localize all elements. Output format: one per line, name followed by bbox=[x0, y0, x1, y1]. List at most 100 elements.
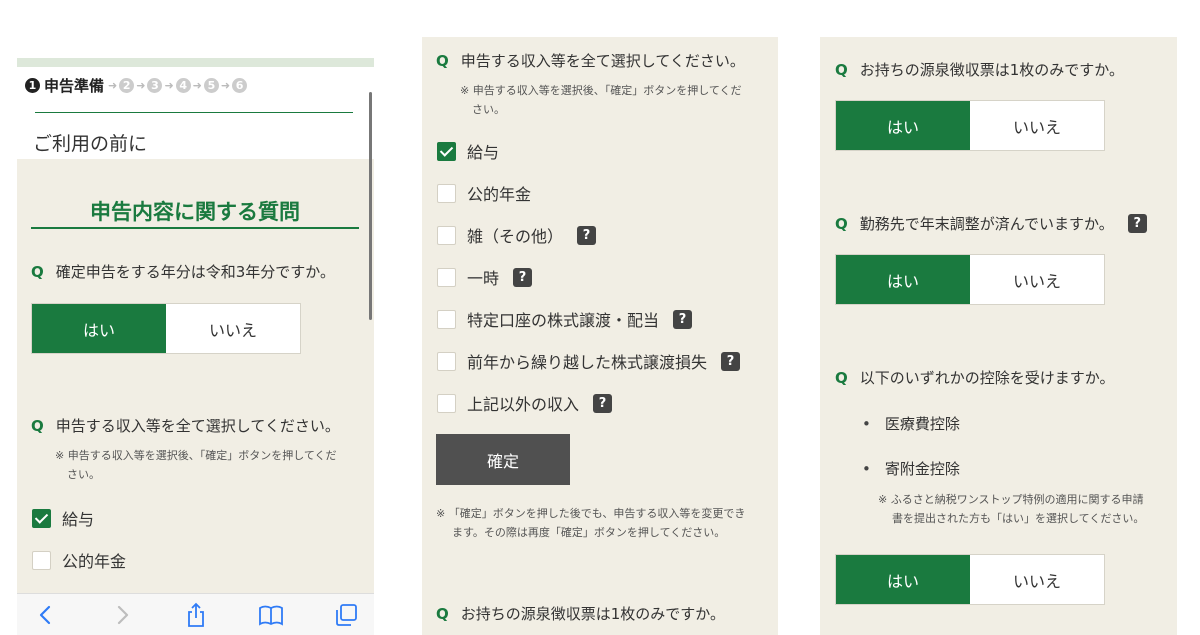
question-text: 確定申告をする年分は令和3年分ですか。 bbox=[55, 263, 336, 281]
browser-bottom-toolbar bbox=[17, 593, 374, 635]
note-line: ※ ふるさと納税ワンストップ特例の適用に関する申請 bbox=[878, 493, 1144, 506]
yes-no-toggle: はい いいえ bbox=[835, 554, 1105, 605]
checkbox-label: 前年から繰り越した株式譲渡損失 bbox=[467, 353, 708, 372]
checkbox-unchecked[interactable] bbox=[437, 351, 456, 371]
furusato-note: ※ ふるさと納税ワンストップ特例の適用に関する申請 書を提出された方も「はい」を… bbox=[878, 490, 1144, 528]
step-1-number: 1 bbox=[25, 77, 40, 93]
checkbox-other-income[interactable]: 上記以外の収入 ? bbox=[437, 391, 613, 415]
step-1-label: 申告準備 bbox=[44, 76, 105, 95]
checkbox-label: 給与 bbox=[467, 143, 500, 162]
checkbox-temporary[interactable]: 一時 ? bbox=[437, 265, 533, 289]
step-4-number: 4 bbox=[175, 77, 191, 93]
confirm-button[interactable]: 確定 bbox=[436, 434, 570, 485]
checkbox-label: 公的年金 bbox=[467, 185, 532, 204]
checkbox-unchecked[interactable] bbox=[32, 550, 51, 570]
checkbox-checked[interactable] bbox=[437, 141, 456, 161]
question-text: 勤務先で年末調整が済んでいますか。 bbox=[859, 215, 1114, 233]
yes-button[interactable]: はい bbox=[836, 555, 970, 604]
arrow-icon: ➜ bbox=[220, 78, 231, 92]
question-deductions: Q 以下のいずれかの控除を受けますか。 bbox=[835, 367, 1114, 388]
help-icon[interactable]: ? bbox=[577, 225, 597, 245]
help-icon[interactable]: ? bbox=[673, 309, 693, 329]
checkbox-checked[interactable] bbox=[32, 508, 51, 528]
checkbox-label: 上記以外の収入 bbox=[467, 395, 580, 414]
instruction-note: ※ 申告する収入等を選択後、「確定」ボタンを押してくだ さい。 bbox=[460, 81, 742, 119]
help-icon[interactable]: ? bbox=[593, 393, 613, 413]
checkbox-label: 雑（その他） bbox=[467, 227, 564, 246]
arrow-icon: ➜ bbox=[192, 78, 202, 92]
note-line: ※ 申告する収入等を選択後、「確定」ボタンを押してくだ bbox=[55, 449, 337, 462]
checkbox-unchecked[interactable] bbox=[437, 309, 456, 329]
question-income-types: Q 申告する収入等を全て選択してください。 bbox=[31, 415, 340, 436]
tabs-icon[interactable] bbox=[333, 602, 359, 628]
question-withholding-slip: Q お持ちの源泉徴収票は1枚のみですか。 bbox=[436, 603, 725, 624]
section-divider bbox=[31, 227, 359, 229]
arrow-icon: ➜ bbox=[164, 78, 174, 92]
page-title: ご利用の前に bbox=[33, 133, 148, 155]
help-icon[interactable]: ? bbox=[721, 351, 741, 371]
q-mark: Q bbox=[835, 61, 848, 79]
q-mark: Q bbox=[436, 52, 449, 70]
question-text: 申告する収入等を全て選択してください。 bbox=[55, 417, 340, 435]
q-mark: Q bbox=[31, 417, 44, 435]
bottom-note: ※ 「確定」ボタンを押した後でも、申告する収入等を変更でき ます。その際は再度「… bbox=[436, 504, 745, 542]
note-line: ※ 「確定」ボタンを押した後でも、申告する収入等を変更でき bbox=[436, 507, 746, 520]
bookmarks-icon[interactable] bbox=[258, 602, 284, 628]
yes-no-toggle: はい いいえ bbox=[835, 100, 1105, 151]
scrollbar[interactable] bbox=[369, 92, 372, 320]
checkbox-salary[interactable]: 給与 bbox=[437, 139, 499, 163]
checkbox-stock-transfer[interactable]: 特定口座の株式譲渡・配当 ? bbox=[437, 307, 693, 331]
checkbox-label: 給与 bbox=[62, 510, 95, 529]
q-mark: Q bbox=[31, 263, 44, 281]
no-button[interactable]: いいえ bbox=[970, 101, 1104, 150]
step-3-number: 3 bbox=[147, 77, 163, 93]
checkbox-pension[interactable]: 公的年金 bbox=[32, 548, 126, 572]
checkbox-pension[interactable]: 公的年金 bbox=[437, 181, 531, 205]
q-mark: Q bbox=[835, 369, 848, 387]
arrow-icon: ➜ bbox=[136, 78, 146, 92]
checkbox-label: 特定口座の株式譲渡・配当 bbox=[467, 311, 660, 330]
note-line: ます。その際は再度「確定」ボタンを押してください。 bbox=[452, 526, 726, 539]
checkbox-misc[interactable]: 雑（その他） ? bbox=[437, 223, 597, 247]
checkbox-label: 公的年金 bbox=[62, 552, 127, 571]
checkbox-carried-loss[interactable]: 前年から繰り越した株式譲渡損失 ? bbox=[437, 349, 741, 373]
help-icon[interactable]: ? bbox=[513, 267, 533, 287]
note-line: さい。 bbox=[67, 468, 100, 481]
question-text: 申告する収入等を全て選択してください。 bbox=[460, 52, 745, 70]
browser-top-bar bbox=[17, 58, 374, 67]
q-mark: Q bbox=[436, 605, 449, 623]
forward-icon[interactable] bbox=[109, 602, 135, 628]
no-button[interactable]: いいえ bbox=[970, 555, 1104, 604]
no-button[interactable]: いいえ bbox=[970, 255, 1104, 304]
q-mark: Q bbox=[835, 214, 848, 233]
arrow-icon: ➜ bbox=[108, 78, 118, 92]
checkbox-unchecked[interactable] bbox=[437, 393, 456, 413]
question-text: 以下のいずれかの控除を受けますか。 bbox=[859, 369, 1115, 387]
yes-no-toggle: はい いいえ bbox=[31, 303, 301, 354]
no-button[interactable]: いいえ bbox=[166, 304, 300, 353]
instruction-note: ※ 申告する収入等を選択後、「確定」ボタンを押してくだ さい。 bbox=[55, 446, 337, 484]
question-withholding-slip: Q お持ちの源泉徴収票は1枚のみですか。 bbox=[835, 59, 1124, 80]
back-icon[interactable] bbox=[33, 602, 59, 628]
page-header: 1 申告準備 ➜ 2 ➜ 3 ➜ 4 ➜ 5 ➜ 6 ご利用の前に bbox=[17, 67, 374, 159]
question-text: お持ちの源泉徴収票は1枚のみですか。 bbox=[460, 605, 726, 623]
yes-button[interactable]: はい bbox=[836, 101, 970, 150]
checkbox-unchecked[interactable] bbox=[437, 183, 456, 203]
yes-button[interactable]: はい bbox=[836, 255, 970, 304]
yes-no-toggle: はい いいえ bbox=[835, 254, 1105, 305]
share-icon[interactable] bbox=[183, 602, 209, 628]
step-2-number: 2 bbox=[119, 77, 135, 93]
step-5-number: 5 bbox=[203, 77, 219, 93]
mobile-screen-panel: 1 申告準備 ➜ 2 ➜ 3 ➜ 4 ➜ 5 ➜ 6 ご利用の前に 申告内容に関… bbox=[17, 58, 374, 635]
income-selection-panel: Q 申告する収入等を全て選択してください。 ※ 申告する収入等を選択後、「確定」ボ… bbox=[422, 37, 778, 635]
additional-questions-panel: Q お持ちの源泉徴収票は1枚のみですか。 はい いいえ Q 勤務先で年末調整が済んで… bbox=[820, 37, 1177, 635]
checkbox-unchecked[interactable] bbox=[437, 267, 456, 287]
checkbox-unchecked[interactable] bbox=[437, 225, 456, 245]
bullet-donation-deduction: 寄附金控除 bbox=[862, 458, 960, 479]
checkbox-salary[interactable]: 給与 bbox=[32, 506, 94, 530]
help-icon[interactable]: ? bbox=[1127, 214, 1147, 233]
step-progress: 1 申告準備 ➜ 2 ➜ 3 ➜ 4 ➜ 5 ➜ 6 bbox=[25, 74, 248, 96]
header-divider bbox=[35, 112, 353, 113]
yes-button[interactable]: はい bbox=[32, 304, 166, 353]
checkbox-label: 一時 bbox=[467, 269, 500, 288]
